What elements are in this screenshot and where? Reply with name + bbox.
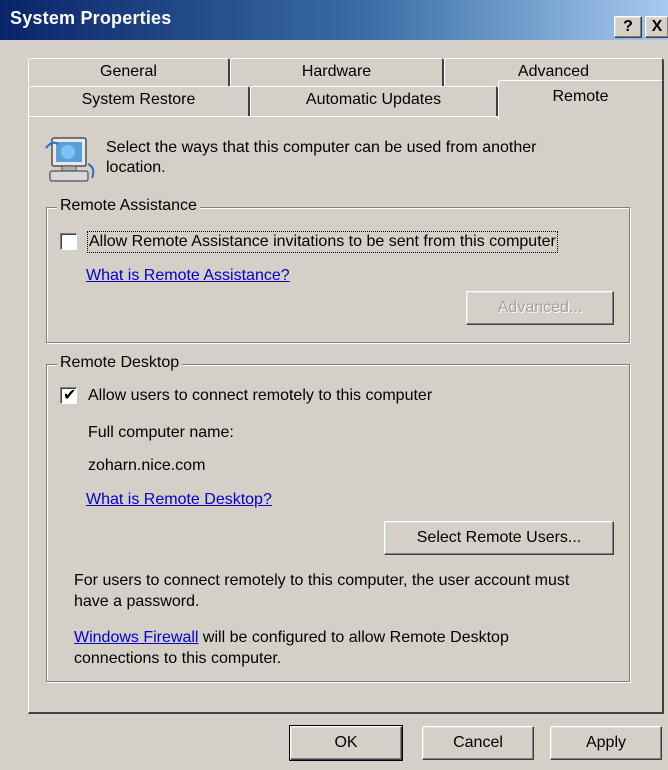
tab-automatic-updates-label: Automatic Updates <box>305 91 442 108</box>
apply-button[interactable]: Apply <box>550 726 662 760</box>
windows-firewall-link[interactable]: Windows Firewall <box>74 629 198 646</box>
cancel-button[interactable]: Cancel <box>422 726 534 760</box>
close-button[interactable]: X <box>645 16 668 38</box>
tab-system-restore[interactable]: System Restore <box>28 86 250 116</box>
ok-button[interactable]: OK <box>289 725 403 761</box>
tab-remote-label: Remote <box>552 88 609 105</box>
remote-tab-panel <box>28 116 664 714</box>
tab-hardware-label: Hardware <box>301 63 372 80</box>
tab-automatic-updates[interactable]: Automatic Updates <box>250 86 498 116</box>
window-title: System Properties <box>10 8 172 28</box>
tab-advanced-label: Advanced <box>517 63 590 80</box>
tab-general[interactable]: General <box>28 58 230 86</box>
tab-remote[interactable]: Remote <box>498 80 664 120</box>
system-properties-window: System Properties ? X General Hardware A… <box>0 0 668 770</box>
help-button[interactable]: ? <box>614 16 642 38</box>
tab-system-restore-label: System Restore <box>81 91 196 108</box>
tab-hardware[interactable]: Hardware <box>230 58 444 86</box>
title-bar[interactable]: System Properties ? X <box>0 0 668 40</box>
tab-general-label: General <box>100 63 157 80</box>
